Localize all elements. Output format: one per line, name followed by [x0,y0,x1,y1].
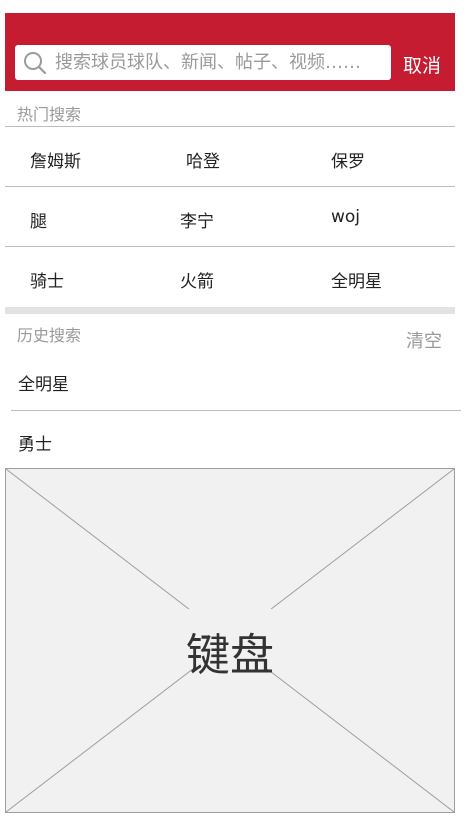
history-item[interactable]: 全明星 [18,370,69,395]
history-divider [11,410,461,411]
hot-search-item[interactable]: 詹姆斯 [30,147,81,172]
clear-history-button[interactable]: 清空 [406,327,442,353]
keyboard-label: 键盘 [186,630,274,681]
hot-search-item[interactable]: 腿 [30,207,47,232]
hot-search-item[interactable]: 火箭 [180,267,214,292]
hot-search-grid: 詹姆斯 哈登 保罗 腿 李宁 woj 骑士 火箭 全明星 [5,126,455,306]
hot-search-item[interactable]: 全明星 [331,267,382,292]
hot-search-item[interactable]: 骑士 [30,267,64,292]
hot-search-item[interactable]: 保罗 [331,147,365,172]
hot-search-row: 詹姆斯 哈登 保罗 [5,126,455,186]
history-item[interactable]: 勇士 [18,430,52,455]
hot-search-item[interactable]: woj [331,207,360,227]
hot-search-row: 骑士 火箭 全明星 [5,246,455,306]
hot-search-item[interactable]: 哈登 [186,147,220,172]
search-icon [24,52,47,75]
hot-search-row: 腿 李宁 woj [5,186,455,246]
keyboard-placeholder: 键盘 [5,468,455,813]
search-box[interactable] [15,45,391,80]
section-divider [5,307,455,314]
history-search-label: 历史搜索 [17,326,82,345]
search-header: 取消 [5,13,455,91]
cancel-button[interactable]: 取消 [403,51,441,78]
hot-search-item[interactable]: 李宁 [180,207,214,232]
hot-search-label: 热门搜索 [17,105,82,124]
search-input[interactable] [55,45,385,80]
